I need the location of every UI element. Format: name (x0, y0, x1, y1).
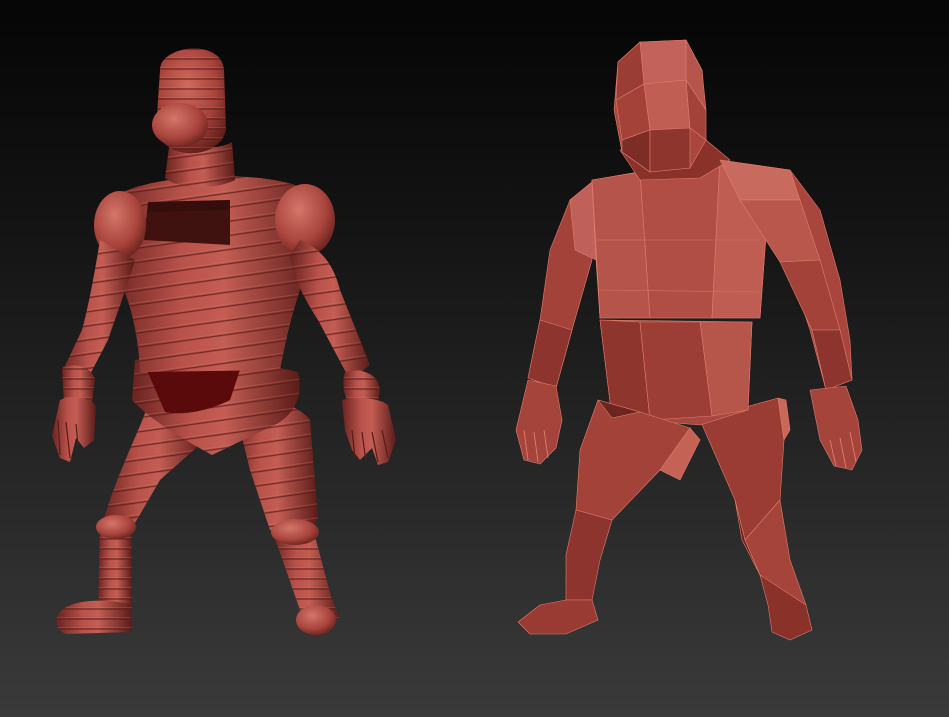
lowpoly-mannequin-figure[interactable] (515, 39, 863, 641)
left-figure-head (152, 48, 226, 154)
right-figure-left-hand (515, 379, 563, 465)
banded-mannequin-figure[interactable] (52, 48, 396, 635)
left-figure-left-arm (52, 240, 135, 462)
scene-canvas[interactable] (0, 0, 949, 717)
right-figure-right-leg (699, 397, 813, 641)
right-figure-left-arm (515, 181, 597, 465)
right-figure-head (613, 39, 707, 173)
3d-viewport[interactable] (0, 0, 949, 717)
right-figure-right-hand (809, 385, 863, 471)
